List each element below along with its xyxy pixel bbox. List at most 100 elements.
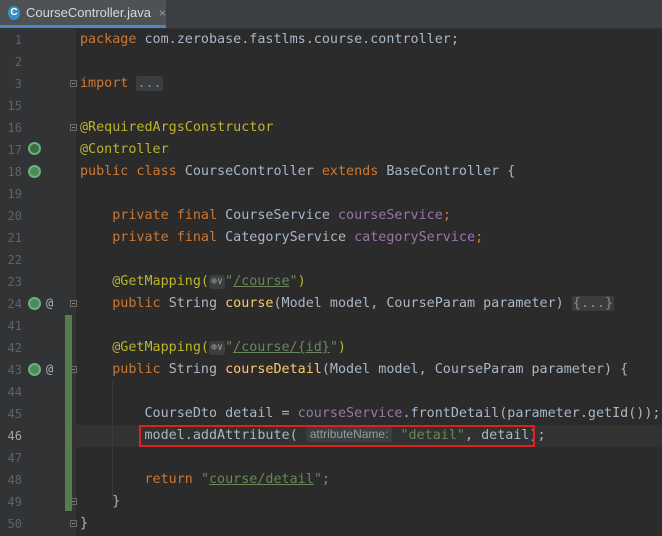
line-number[interactable]: 41 — [0, 315, 22, 337]
code-token: " — [289, 274, 298, 289]
code-line[interactable]: 47 — [0, 447, 662, 469]
code-token: /course — [233, 274, 290, 289]
request-mapping-icon[interactable] — [28, 363, 41, 376]
code-line[interactable]: 41 — [0, 315, 662, 337]
line-number[interactable]: 50 — [0, 513, 22, 535]
code-line[interactable]: 50} — [0, 513, 662, 535]
code-text[interactable]: public String course(Model model, Course… — [80, 293, 615, 315]
line-number[interactable]: 3 — [0, 73, 22, 95]
code-token: courseService — [297, 406, 403, 421]
code-line[interactable]: 49 } — [0, 491, 662, 513]
line-number[interactable]: 20 — [0, 205, 22, 227]
code-text[interactable]: public class CourseController extends Ba… — [80, 161, 515, 183]
code-line[interactable]: 43 public String courseDetail(Model mode… — [0, 359, 662, 381]
code-token: CategoryService — [225, 230, 355, 245]
line-number[interactable]: 42 — [0, 337, 22, 359]
tab-label: CourseController.java — [25, 5, 151, 20]
code-token: course — [225, 296, 274, 311]
code-text[interactable]: @Controller — [80, 139, 169, 161]
code-token: String — [168, 362, 226, 377]
line-number[interactable]: 45 — [0, 403, 22, 425]
line-number[interactable]: 16 — [0, 117, 22, 139]
code-line[interactable]: 21 private final CategoryService categor… — [0, 227, 662, 249]
code-line[interactable]: 15 — [0, 95, 662, 117]
code-line[interactable]: 22 — [0, 249, 662, 271]
line-number[interactable]: 22 — [0, 249, 22, 271]
code-line[interactable]: 23 @GetMapping(⊕∨ "/course") — [0, 271, 662, 293]
code-text[interactable]: private final CourseService courseServic… — [80, 205, 451, 227]
line-number[interactable]: 2 — [0, 51, 22, 73]
code-editor[interactable]: 1 package com.zerobase.fastlms.course.con… — [0, 29, 662, 536]
line-number[interactable]: 47 — [0, 447, 22, 469]
code-text[interactable]: CourseDto detail = courseService.frontDe… — [80, 403, 660, 425]
code-text[interactable]: package com.zerobase.fastlms.course.cont… — [80, 29, 459, 51]
code-text[interactable]: } — [80, 513, 88, 535]
code-line[interactable]: 42 @GetMapping(⊕∨ "/course/{id}") — [0, 337, 662, 359]
code-token: com.zerobase.fastlms.course.controller; — [144, 32, 459, 47]
code-token: ... — [136, 76, 163, 91]
code-line[interactable]: 44 — [0, 381, 662, 403]
line-number[interactable]: 46 — [0, 425, 22, 447]
fold-toggle-import[interactable] — [70, 80, 77, 87]
line-number[interactable]: 17 — [0, 139, 22, 161]
code-line[interactable]: 16 @RequiredArgsConstructor — [0, 117, 662, 139]
line-number[interactable]: 1 — [0, 29, 22, 51]
code-token: return — [80, 472, 201, 487]
code-token: package — [80, 32, 145, 47]
code-line[interactable]: 20 private final CourseService courseSer… — [0, 205, 662, 227]
code-text[interactable]: public String courseDetail(Model model, … — [80, 359, 628, 381]
code-token: .frontDetail(parameter.getId()); — [402, 406, 661, 421]
line-number[interactable]: 48 — [0, 469, 22, 491]
code-line[interactable]: 18 public class CourseController extends … — [0, 161, 662, 183]
code-text[interactable]: private final CategoryService categorySe… — [80, 227, 483, 249]
annotation-marker-icon[interactable]: @ — [46, 358, 53, 380]
spring-bean-icon[interactable] — [28, 142, 41, 155]
request-mapping-icon[interactable] — [28, 297, 41, 310]
fold-toggle-class-end[interactable] — [70, 520, 77, 527]
code-line[interactable]: 3 import ... — [0, 73, 662, 95]
line-number[interactable]: 24 — [0, 293, 22, 315]
code-line[interactable]: 2 — [0, 51, 662, 73]
code-token: courseService — [338, 208, 443, 223]
code-line[interactable]: 24 public String course(Model model, Cou… — [0, 293, 662, 315]
code-line[interactable]: 48 return "course/detail"; — [0, 469, 662, 491]
code-token: } — [80, 494, 121, 509]
code-text[interactable]: @GetMapping(⊕∨ "/course") — [80, 271, 306, 293]
code-line[interactable]: 17 @Controller — [0, 139, 662, 161]
fold-toggle-class[interactable] — [70, 124, 77, 131]
line-number[interactable]: 15 — [0, 95, 22, 117]
code-token: ; — [321, 472, 330, 487]
vcs-change-marker[interactable] — [65, 315, 72, 511]
code-token: (Model model, CourseParam parameter) — [273, 296, 572, 311]
code-token: ) — [297, 274, 306, 289]
line-number[interactable]: 43 — [0, 359, 22, 381]
code-text[interactable]: } — [80, 491, 120, 513]
code-token: " — [225, 274, 234, 289]
code-text[interactable]: @GetMapping(⊕∨ "/course/{id}") — [80, 337, 346, 359]
code-token: ; — [442, 208, 451, 223]
code-token: extends — [321, 164, 387, 179]
spring-bean-class-icon[interactable] — [28, 165, 41, 178]
annotation-marker-icon[interactable]: @ — [46, 292, 53, 314]
line-number[interactable]: 44 — [0, 381, 22, 403]
code-line[interactable]: 19 — [0, 183, 662, 205]
highlighted-line-box — [139, 425, 535, 447]
close-icon[interactable]: × — [159, 6, 166, 20]
code-text[interactable]: return "course/detail"; — [80, 469, 330, 491]
line-number[interactable]: 19 — [0, 183, 22, 205]
line-number[interactable]: 23 — [0, 271, 22, 293]
code-text[interactable]: import ... — [80, 73, 163, 95]
line-number[interactable]: 18 — [0, 161, 22, 183]
code-token: /course/{id} — [233, 340, 330, 355]
code-line[interactable]: 1 package com.zerobase.fastlms.course.con… — [0, 29, 662, 51]
code-token: ) — [337, 340, 346, 355]
line-number[interactable]: 49 — [0, 491, 22, 513]
tab-course-controller[interactable]: C CourseController.java × — [0, 0, 166, 28]
code-token: {...} — [571, 296, 615, 311]
line-number[interactable]: 21 — [0, 227, 22, 249]
code-token: @GetMapping( — [80, 340, 209, 355]
code-line[interactable]: 45 CourseDto detail = courseService.fron… — [0, 403, 662, 425]
fold-toggle-course-method[interactable] — [70, 300, 77, 307]
code-text[interactable]: @RequiredArgsConstructor — [80, 117, 273, 139]
code-token: private final — [80, 208, 226, 223]
